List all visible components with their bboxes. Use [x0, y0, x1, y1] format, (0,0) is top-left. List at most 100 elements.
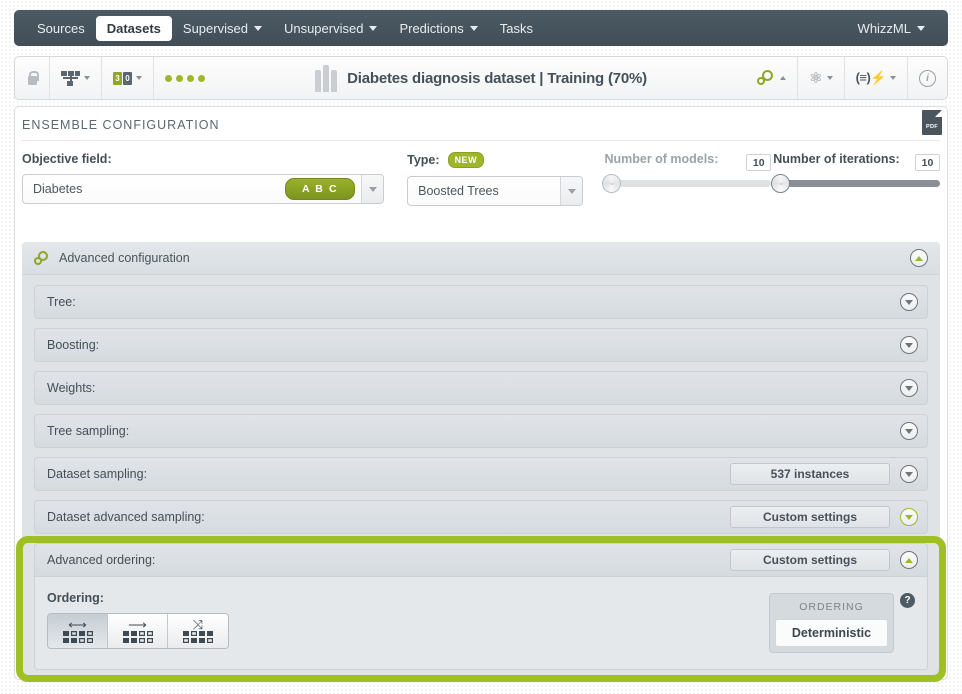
configuration-row: Objective field: Diabetes A B C Type: NE… — [22, 152, 941, 206]
chevron-down-icon[interactable] — [361, 175, 384, 203]
info-button[interactable]: i — [908, 57, 947, 99]
nav-item-supervised[interactable]: Supervised — [172, 16, 273, 41]
right-arrow-icon: ⟶ — [128, 616, 147, 632]
nav-label-unsupervised: Unsupervised — [283, 20, 364, 36]
ordering-summary-value: Deterministic — [775, 619, 888, 647]
nav-label-predictions: Predictions — [399, 20, 464, 36]
section-tree-sampling[interactable]: Tree sampling: — [34, 414, 928, 448]
ordering-pattern-icon — [122, 630, 153, 643]
objective-field-select[interactable]: Diabetes A B C — [22, 174, 385, 204]
ordering-label: Ordering: — [47, 591, 104, 605]
number-of-models-value: 10 — [746, 154, 772, 171]
info-icon: i — [919, 69, 936, 87]
ordering-option-random[interactable]: ⤨ — [168, 614, 228, 648]
number-of-iterations-slider[interactable]: 10 — [771, 154, 941, 193]
advanced-ordering-panel: Ordering: ⟷ ⟶ ⤨ ORDERING Deterministic ? — [34, 577, 928, 670]
type-select[interactable]: Boosted Trees — [407, 176, 584, 206]
ordering-pattern-icon — [183, 630, 213, 643]
field-counts-menu[interactable]: 30 — [102, 57, 154, 99]
ordering-summary-card: ORDERING Deterministic — [769, 593, 894, 653]
type-label: Type: NEW — [407, 152, 583, 168]
objective-field-value: Diabetes — [33, 182, 83, 196]
resource-header-bar: 30 Diabetes diagnosis dataset | Training… — [14, 56, 948, 100]
section-weights[interactable]: Weights: — [34, 371, 928, 405]
page-title: ENSEMBLE CONFIGURATION — [22, 118, 220, 132]
status-dots-icon — [165, 74, 205, 82]
section-label: Dataset advanced sampling: — [47, 510, 205, 524]
expand-section-button[interactable] — [900, 508, 918, 526]
help-icon[interactable]: ? — [900, 593, 915, 608]
slider-handle[interactable] — [771, 174, 791, 193]
expand-section-button[interactable] — [900, 422, 918, 440]
nav-item-unsupervised[interactable]: Unsupervised — [273, 16, 389, 41]
collapse-advanced-configuration-button[interactable] — [910, 249, 928, 267]
number-of-models-group: Number of models: 10 — [602, 152, 772, 206]
advanced-configuration-header[interactable]: Advanced configuration — [22, 242, 940, 275]
dataset-split-menu[interactable] — [50, 57, 102, 99]
one-click-menu[interactable]: ⚛ — [798, 57, 845, 99]
expand-section-button[interactable] — [900, 379, 918, 397]
ordering-option-linear[interactable]: ⟶ — [108, 614, 168, 648]
one-click-icon: ⚛ — [809, 70, 823, 87]
app-root: Sources Datasets Supervised Unsupervised… — [0, 0, 962, 694]
number-of-models-slider[interactable]: 10 — [602, 154, 772, 193]
section-tree[interactable]: Tree: — [34, 285, 928, 319]
objective-field-label: Objective field: — [22, 152, 112, 166]
advanced-configuration-body: Tree: Boosting: Weights: Tree sampling: — [22, 275, 940, 682]
chevron-down-icon — [369, 25, 378, 31]
dataset-sampling-value-button[interactable]: 537 instances — [730, 463, 890, 485]
nav-item-whizzml[interactable]: WhizzML — [847, 16, 936, 41]
field-type-badge: A B C — [284, 178, 356, 200]
nav-item-datasets[interactable]: Datasets — [95, 15, 172, 41]
ordering-summary: ORDERING Deterministic ? — [769, 591, 915, 653]
slider-track[interactable] — [602, 174, 772, 193]
script-menu[interactable]: (≡)⚡ — [845, 57, 908, 99]
section-label: Tree: — [47, 295, 76, 309]
advanced-configuration: Advanced configuration Tree: Boosting: W… — [22, 242, 940, 682]
expand-section-button[interactable] — [900, 336, 918, 354]
section-dataset-sampling[interactable]: Dataset sampling: 537 instances — [34, 457, 928, 491]
nav-label-supervised: Supervised — [182, 20, 248, 36]
collapse-section-button[interactable] — [900, 551, 918, 569]
objective-field-group: Objective field: Diabetes A B C — [22, 152, 385, 206]
pdf-export-icon[interactable] — [922, 110, 942, 135]
chevron-down-icon — [905, 385, 913, 391]
divider — [22, 140, 940, 141]
chevron-down-icon — [136, 76, 142, 80]
privacy-toggle[interactable] — [15, 57, 50, 99]
dataset-split-icon — [61, 70, 80, 86]
slider-handle[interactable] — [602, 174, 622, 193]
nav-item-predictions[interactable]: Predictions — [388, 16, 488, 41]
type-label-text: Type: — [407, 153, 440, 167]
section-label: Boosting: — [47, 338, 100, 352]
section-advanced-ordering: Advanced ordering: Custom settings Order… — [34, 543, 928, 670]
chevron-up-icon — [780, 76, 787, 80]
dataset-bars-icon — [315, 64, 338, 92]
slider-track[interactable] — [771, 174, 941, 193]
chevron-down-icon — [84, 76, 90, 80]
advanced-ordering-value-button[interactable]: Custom settings — [730, 549, 890, 571]
type-group: Type: NEW Boosted Trees — [407, 152, 584, 206]
chevron-down-icon — [905, 299, 913, 305]
configure-menu[interactable] — [746, 57, 799, 99]
number-of-iterations-value: 10 — [915, 154, 941, 171]
dataset-advanced-sampling-value-button[interactable]: Custom settings — [730, 506, 890, 528]
chevron-down-icon[interactable] — [560, 177, 583, 205]
type-value: Boosted Trees — [418, 184, 499, 198]
chevron-up-icon — [905, 557, 913, 563]
section-label: Dataset sampling: — [47, 467, 148, 481]
nav-item-tasks[interactable]: Tasks — [489, 16, 544, 41]
section-dataset-advanced-sampling[interactable]: Dataset advanced sampling: Custom settin… — [34, 500, 928, 534]
section-label: Tree sampling: — [47, 424, 130, 438]
ordering-control-group: Ordering: ⟷ ⟶ ⤨ — [47, 591, 769, 649]
nav-item-sources[interactable]: Sources — [26, 16, 96, 41]
script-icon: (≡)⚡ — [855, 70, 887, 85]
advanced-ordering-header[interactable]: Advanced ordering: Custom settings — [34, 543, 928, 577]
chevron-down-icon — [905, 428, 913, 434]
ordering-segmented-control: ⟷ ⟶ ⤨ — [47, 613, 229, 649]
bidirectional-arrow-icon: ⟷ — [68, 616, 87, 632]
ordering-option-deterministic[interactable]: ⟷ — [48, 614, 108, 648]
expand-section-button[interactable] — [900, 465, 918, 483]
expand-section-button[interactable] — [900, 293, 918, 311]
section-boosting[interactable]: Boosting: — [34, 328, 928, 362]
